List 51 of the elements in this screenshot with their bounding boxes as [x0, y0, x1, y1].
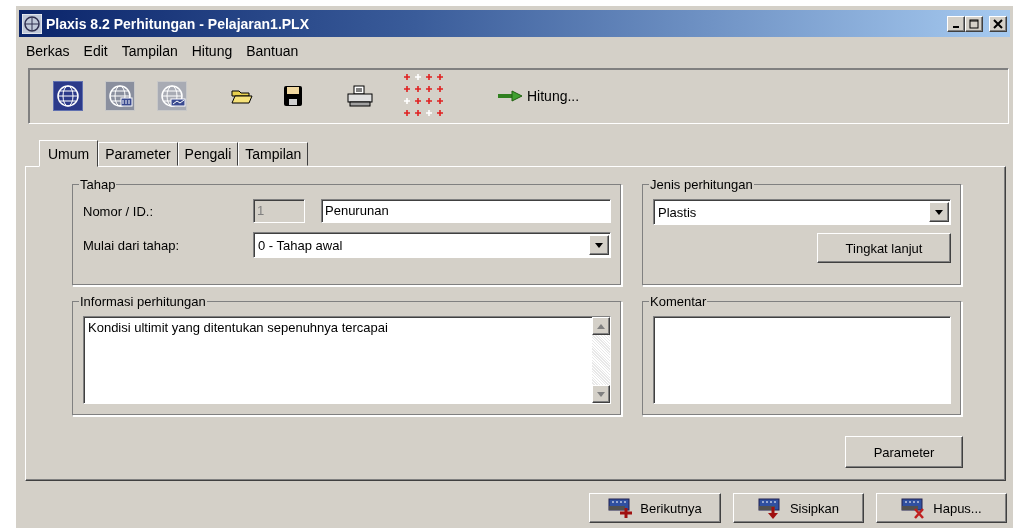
- group-title: Komentar: [649, 294, 708, 309]
- action-button[interactable]: Hapus...: [876, 493, 1007, 523]
- maximize-icon: [969, 18, 979, 29]
- action-button[interactable]: Berikutnya: [589, 493, 721, 523]
- close-button[interactable]: [989, 15, 1007, 32]
- window-title: Plaxis 8.2 Perhitungan - Pelajaran1.PLX: [46, 15, 310, 32]
- tab[interactable]: Pengali: [177, 142, 239, 166]
- maximize-button[interactable]: [965, 15, 983, 32]
- text-area[interactable]: Kondisi ultimit yang ditentukan sepenuhnya tercapai: [83, 316, 611, 404]
- dropdown-field[interactable]: Plastis: [653, 199, 951, 225]
- dropdown-arrow-button[interactable]: [589, 235, 609, 255]
- caret-down-icon: [935, 209, 943, 215]
- group-title: Informasi perhitungan: [79, 294, 207, 309]
- minimize-icon: [953, 25, 959, 28]
- caret-down-icon: [597, 391, 605, 397]
- caret-down-icon: [595, 242, 603, 248]
- action-button[interactable]: Sisipkan: [733, 493, 864, 523]
- scrollbar[interactable]: [592, 317, 610, 403]
- parameter-button[interactable]: Parameter: [845, 436, 963, 468]
- field-label: Mulai dari tahap:: [83, 237, 181, 253]
- run-button[interactable]: Hitung...: [495, 86, 582, 106]
- menu-item[interactable]: Tampilan: [114, 41, 185, 61]
- field-label: Nomor / ID.:: [83, 203, 155, 219]
- folder-icon[interactable]: [231, 88, 253, 104]
- group-title: Tahap: [79, 177, 117, 192]
- close-icon: [993, 18, 1003, 29]
- globe-grid-icon[interactable]: [105, 81, 135, 111]
- plus-icon: [608, 497, 635, 519]
- tab[interactable]: Parameter: [98, 142, 178, 166]
- menu-item[interactable]: Hitung: [184, 41, 240, 61]
- menu-item[interactable]: Berkas: [19, 41, 77, 61]
- info-text: Kondisi ultimit yang ditentukan sepenuhnya tercapai: [87, 319, 389, 337]
- app-logo-icon: [22, 13, 42, 34]
- minimize-button[interactable]: [947, 15, 965, 32]
- globe-chart-icon[interactable]: [157, 81, 187, 111]
- comment-field[interactable]: [653, 316, 951, 404]
- tab[interactable]: Umum: [39, 140, 99, 167]
- globe-icon[interactable]: [53, 81, 83, 111]
- printer-icon[interactable]: [347, 85, 373, 107]
- group-title: Jenis perhitungan: [649, 177, 754, 192]
- scroll-down-button[interactable]: [592, 385, 610, 403]
- tab[interactable]: Tampilan: [238, 142, 309, 166]
- arrow-icon: [497, 90, 523, 102]
- advanced-button[interactable]: Tingkat lanjut: [817, 233, 951, 263]
- caret-up-icon: [597, 323, 605, 329]
- name-field[interactable]: Penurunan: [321, 199, 611, 223]
- menu-item[interactable]: Bantuan: [239, 41, 306, 61]
- scroll-up-button[interactable]: [592, 317, 610, 335]
- dropdown-arrow-button[interactable]: [929, 202, 949, 222]
- dropdown-field[interactable]: 0 - Tahap awal: [253, 232, 611, 258]
- menu-item[interactable]: Edit: [76, 41, 115, 61]
